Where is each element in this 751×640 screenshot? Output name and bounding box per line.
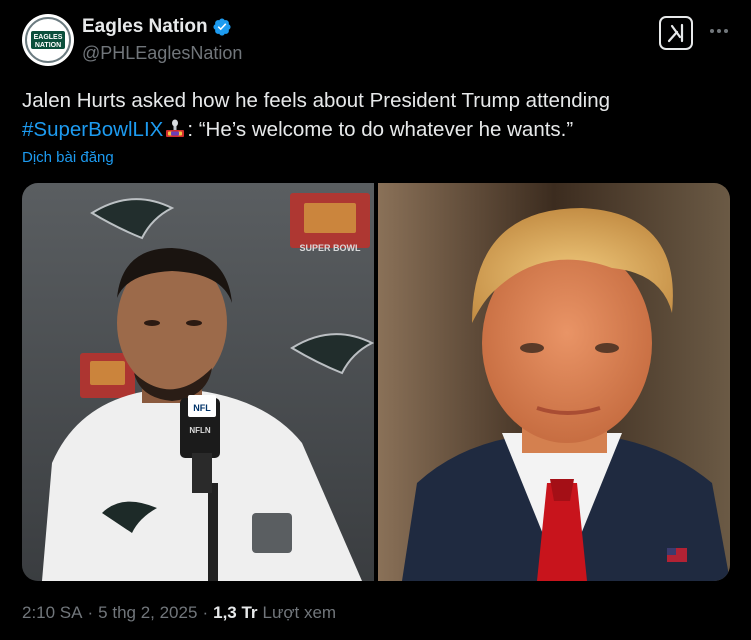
media-images: SUPER BOWL NFL NFLN (22, 183, 730, 581)
svg-text:NATION: NATION (35, 42, 61, 49)
tweet-text: Jalen Hurts asked how he feels about Pre… (22, 86, 732, 144)
super-bowl-backdrop-text: SUPER BOWL (299, 243, 361, 253)
views-label: Lượt xem (262, 603, 337, 622)
tweet-text-part: Jalen Hurts asked how he feels about Pre… (22, 89, 611, 112)
more-dots-icon (710, 29, 728, 33)
tweet-date[interactable]: 5 thg 2, 2025 (98, 603, 197, 623)
author-handle[interactable]: @PHLEaglesNation (82, 43, 242, 64)
hashtag-link[interactable]: #SuperBowlLIX (22, 118, 163, 141)
views-count[interactable]: 1,3 Tr (213, 603, 257, 623)
author-display-name[interactable]: Eagles Nation (82, 16, 208, 38)
tweet-meta: 2:10 SA · 5 thg 2, 2025 · 1,3 Tr Lượt xe… (22, 603, 336, 623)
grok-button[interactable] (659, 16, 693, 50)
grok-icon (667, 23, 684, 43)
meta-separator: · (202, 603, 209, 622)
media-container[interactable]: SUPER BOWL NFL NFLN (22, 183, 730, 581)
author-name-row[interactable]: Eagles Nation (82, 16, 232, 38)
avatar[interactable]: EAGLES NATION (22, 14, 74, 66)
nfl-mic-flag: NFL (193, 403, 211, 413)
verified-badge-icon[interactable] (212, 17, 232, 37)
more-options-button[interactable] (706, 18, 732, 44)
tweet-card[interactable]: EAGLES NATION Eagles Nation @PHLEaglesNa… (0, 0, 751, 640)
left-photo: SUPER BOWL NFL NFLN (22, 183, 375, 581)
nfln-mic-text: NFLN (189, 426, 211, 435)
right-photo (378, 183, 730, 581)
super-bowl-hashflag-icon (166, 119, 185, 137)
svg-text:EAGLES: EAGLES (34, 34, 63, 41)
tweet-text-part: : “He’s welcome to do whatever he wants.… (187, 118, 574, 141)
tweet-time[interactable]: 2:10 SA (22, 603, 83, 623)
eagles-nation-logo: EAGLES NATION (23, 15, 73, 65)
meta-separator: · (87, 603, 94, 622)
translate-post-link[interactable]: Dịch bài đăng (22, 149, 114, 166)
